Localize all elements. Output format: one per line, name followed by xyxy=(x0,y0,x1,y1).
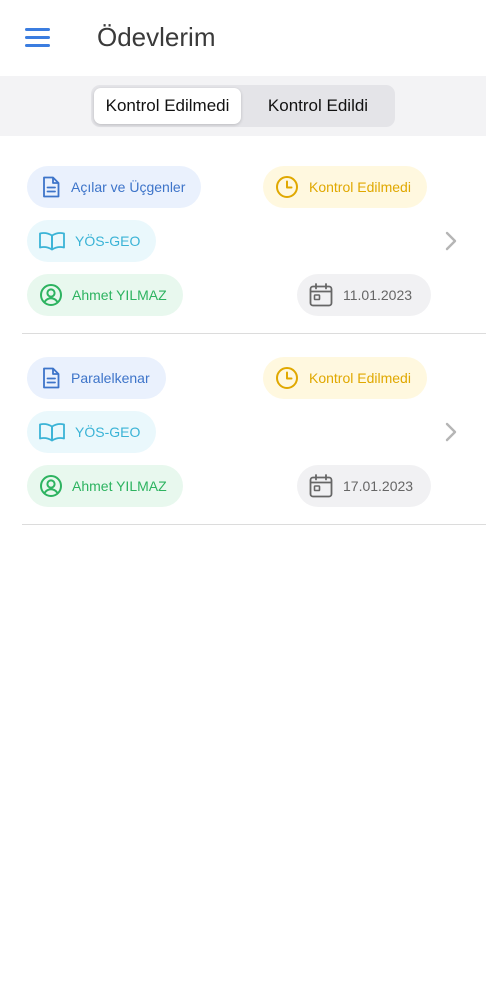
subject-pill: Açılar ve Üçgenler xyxy=(27,166,202,208)
date-label: 17.01.2023 xyxy=(343,478,414,494)
book-open-icon xyxy=(39,232,65,251)
subject-label: Açılar ve Üçgenler xyxy=(71,179,186,195)
clock-icon xyxy=(276,367,298,389)
book-open-icon xyxy=(39,423,65,442)
teacher-pill: Ahmet YILMAZ xyxy=(27,465,183,507)
date-pill: 11.01.2023 xyxy=(297,274,431,316)
tab-kontrol-edilmedi[interactable]: Kontrol Edilmedi xyxy=(94,88,241,124)
assignment-card[interactable]: Paralelkenar Kontrol Edilmedi YÖS-GEO Ah… xyxy=(22,357,486,525)
assignment-card[interactable]: Açılar ve Üçgenler Kontrol Edilmedi YÖS-… xyxy=(22,166,486,334)
status-badge: Kontrol Edilmedi xyxy=(263,357,427,399)
chevron-right-icon[interactable] xyxy=(442,228,460,254)
user-circle-icon xyxy=(40,475,62,497)
clock-icon xyxy=(276,176,298,198)
user-circle-icon xyxy=(40,284,62,306)
calendar-icon xyxy=(309,474,333,498)
document-icon xyxy=(43,367,60,389)
teacher-pill: Ahmet YILMAZ xyxy=(27,274,183,316)
status-label: Kontrol Edilmedi xyxy=(309,179,411,195)
hamburger-menu-icon[interactable] xyxy=(22,24,54,54)
segmented-control: Kontrol Edilmedi Kontrol Edildi xyxy=(91,85,395,127)
document-icon xyxy=(43,176,60,198)
tab-bar: Kontrol Edilmedi Kontrol Edildi xyxy=(0,76,486,136)
teacher-label: Ahmet YILMAZ xyxy=(72,478,167,494)
teacher-label: Ahmet YILMAZ xyxy=(72,287,167,303)
course-label: YÖS-GEO xyxy=(75,424,141,440)
chevron-right-icon[interactable] xyxy=(442,419,460,445)
course-pill: YÖS-GEO xyxy=(27,411,157,453)
course-label: YÖS-GEO xyxy=(75,233,141,249)
date-pill: 17.01.2023 xyxy=(297,465,431,507)
subject-pill: Paralelkenar xyxy=(27,357,166,399)
date-label: 11.01.2023 xyxy=(343,287,413,303)
tab-kontrol-edildi[interactable]: Kontrol Edildi xyxy=(244,88,392,124)
status-badge: Kontrol Edilmedi xyxy=(263,166,427,208)
app-header: Ödevlerim xyxy=(0,0,486,76)
subject-label: Paralelkenar xyxy=(71,370,150,386)
course-pill: YÖS-GEO xyxy=(27,220,157,262)
status-label: Kontrol Edilmedi xyxy=(309,370,411,386)
page-title: Ödevlerim xyxy=(97,22,216,52)
calendar-icon xyxy=(309,283,333,307)
